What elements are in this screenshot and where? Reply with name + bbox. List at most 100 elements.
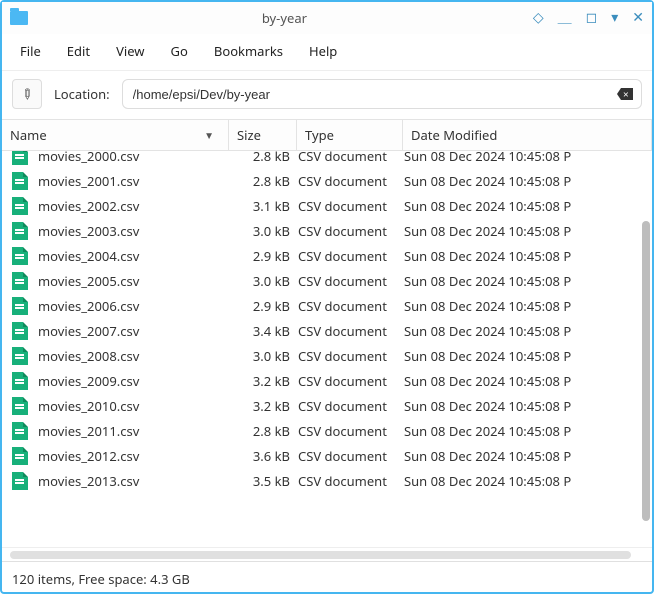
file-name: movies_2009.csv [38, 372, 228, 390]
vertical-scrollbar[interactable] [642, 221, 650, 521]
file-area: movies_2000.csv2.8 kBCSV documentSun 08 … [2, 151, 652, 547]
menu-edit[interactable]: Edit [55, 38, 102, 64]
horizontal-scrollbar[interactable] [10, 551, 631, 559]
location-input[interactable] [133, 87, 613, 102]
file-icon [12, 322, 28, 340]
location-entry[interactable] [122, 79, 642, 109]
file-size: 2.8 kB [228, 151, 296, 165]
minimize-button[interactable]: ＿ [558, 11, 572, 25]
menu-bookmarks[interactable]: Bookmarks [202, 38, 295, 64]
folder-icon [10, 11, 28, 25]
file-type: CSV document [296, 151, 402, 165]
file-size: 3.2 kB [228, 397, 296, 415]
pencil-icon: ✎ [16, 83, 38, 105]
file-icon [12, 272, 28, 290]
file-date: Sun 08 Dec 2024 10:45:08 P [402, 347, 638, 365]
column-name-label: Name [10, 126, 47, 144]
column-name[interactable]: Name ▼ [2, 120, 229, 150]
file-row[interactable]: movies_2002.csv3.1 kBCSV documentSun 08 … [2, 193, 638, 218]
file-name: movies_2001.csv [38, 172, 228, 190]
file-row[interactable]: movies_2000.csv2.8 kBCSV documentSun 08 … [2, 151, 638, 168]
clear-icon[interactable] [617, 88, 633, 100]
horizontal-scrollbar-zone [2, 547, 652, 561]
file-type: CSV document [296, 422, 402, 440]
file-name: movies_2008.csv [38, 347, 228, 365]
file-size: 3.0 kB [228, 347, 296, 365]
column-headers: Name ▼ Size Type Date Modified [2, 119, 652, 151]
file-row[interactable]: movies_2008.csv3.0 kBCSV documentSun 08 … [2, 343, 638, 368]
file-name: movies_2010.csv [38, 397, 228, 415]
window-shade-icon[interactable]: ◇ [533, 11, 544, 25]
file-name: movies_2013.csv [38, 472, 228, 490]
file-name: movies_2005.csv [38, 272, 228, 290]
close-button[interactable]: ✕ [632, 11, 644, 25]
file-type: CSV document [296, 322, 402, 340]
file-type: CSV document [296, 297, 402, 315]
statusbar: 120 items, Free space: 4.3 GB [2, 561, 652, 596]
file-date: Sun 08 Dec 2024 10:45:08 P [402, 247, 638, 265]
file-date: Sun 08 Dec 2024 10:45:08 P [402, 397, 638, 415]
file-type: CSV document [296, 397, 402, 415]
file-icon [12, 372, 28, 390]
column-date[interactable]: Date Modified [403, 120, 652, 150]
file-row[interactable]: movies_2001.csv2.8 kBCSV documentSun 08 … [2, 168, 638, 193]
file-type: CSV document [296, 372, 402, 390]
file-date: Sun 08 Dec 2024 10:45:08 P [402, 422, 638, 440]
file-size: 2.9 kB [228, 297, 296, 315]
maximize-button[interactable]: ◻ [586, 11, 598, 25]
file-row[interactable]: movies_2013.csv3.5 kBCSV documentSun 08 … [2, 468, 638, 493]
file-row[interactable]: movies_2011.csv2.8 kBCSV documentSun 08 … [2, 418, 638, 443]
file-date: Sun 08 Dec 2024 10:45:08 P [402, 297, 638, 315]
file-size: 3.1 kB [228, 197, 296, 215]
file-row[interactable]: movies_2006.csv2.9 kBCSV documentSun 08 … [2, 293, 638, 318]
file-date: Sun 08 Dec 2024 10:45:08 P [402, 151, 638, 165]
file-type: CSV document [296, 347, 402, 365]
file-size: 2.8 kB [228, 172, 296, 190]
file-icon [12, 222, 28, 240]
window-menu-icon[interactable]: ▾ [611, 11, 618, 25]
file-row[interactable]: movies_2003.csv3.0 kBCSV documentSun 08 … [2, 218, 638, 243]
menubar: File Edit View Go Bookmarks Help [2, 34, 652, 71]
file-size: 3.0 kB [228, 222, 296, 240]
file-row[interactable]: movies_2005.csv3.0 kBCSV documentSun 08 … [2, 268, 638, 293]
file-name: movies_2006.csv [38, 297, 228, 315]
file-name: movies_2004.csv [38, 247, 228, 265]
file-icon [12, 347, 28, 365]
file-name: movies_2000.csv [38, 151, 228, 165]
file-row[interactable]: movies_2007.csv3.4 kBCSV documentSun 08 … [2, 318, 638, 343]
menu-view[interactable]: View [104, 38, 156, 64]
column-type-label: Type [305, 126, 334, 144]
file-icon [12, 447, 28, 465]
file-type: CSV document [296, 247, 402, 265]
file-icon [12, 397, 28, 415]
file-icon [12, 151, 28, 165]
file-row[interactable]: movies_2009.csv3.2 kBCSV documentSun 08 … [2, 368, 638, 393]
column-size[interactable]: Size [229, 120, 297, 150]
status-text: 120 items, Free space: 4.3 GB [12, 570, 190, 588]
menu-help[interactable]: Help [297, 38, 349, 64]
file-type: CSV document [296, 447, 402, 465]
file-size: 2.9 kB [228, 247, 296, 265]
file-type: CSV document [296, 472, 402, 490]
titlebar: by-year ◇ ＿ ◻ ▾ ✕ [2, 2, 652, 34]
menu-file[interactable]: File [8, 38, 53, 64]
column-type[interactable]: Type [297, 120, 403, 150]
file-date: Sun 08 Dec 2024 10:45:08 P [402, 322, 638, 340]
file-row[interactable]: movies_2012.csv3.6 kBCSV documentSun 08 … [2, 443, 638, 468]
location-edit-button[interactable]: ✎ [12, 79, 42, 109]
file-icon [12, 172, 28, 190]
file-name: movies_2002.csv [38, 197, 228, 215]
file-icon [12, 472, 28, 490]
file-date: Sun 08 Dec 2024 10:45:08 P [402, 472, 638, 490]
file-name: movies_2011.csv [38, 422, 228, 440]
menu-go[interactable]: Go [159, 38, 200, 64]
file-date: Sun 08 Dec 2024 10:45:08 P [402, 447, 638, 465]
file-row[interactable]: movies_2010.csv3.2 kBCSV documentSun 08 … [2, 393, 638, 418]
file-icon [12, 297, 28, 315]
window-title: by-year [36, 9, 533, 27]
file-type: CSV document [296, 272, 402, 290]
location-bar: ✎ Location: [2, 71, 652, 119]
file-row[interactable]: movies_2004.csv2.9 kBCSV documentSun 08 … [2, 243, 638, 268]
window-controls: ◇ ＿ ◻ ▾ ✕ [533, 11, 644, 25]
file-date: Sun 08 Dec 2024 10:45:08 P [402, 372, 638, 390]
